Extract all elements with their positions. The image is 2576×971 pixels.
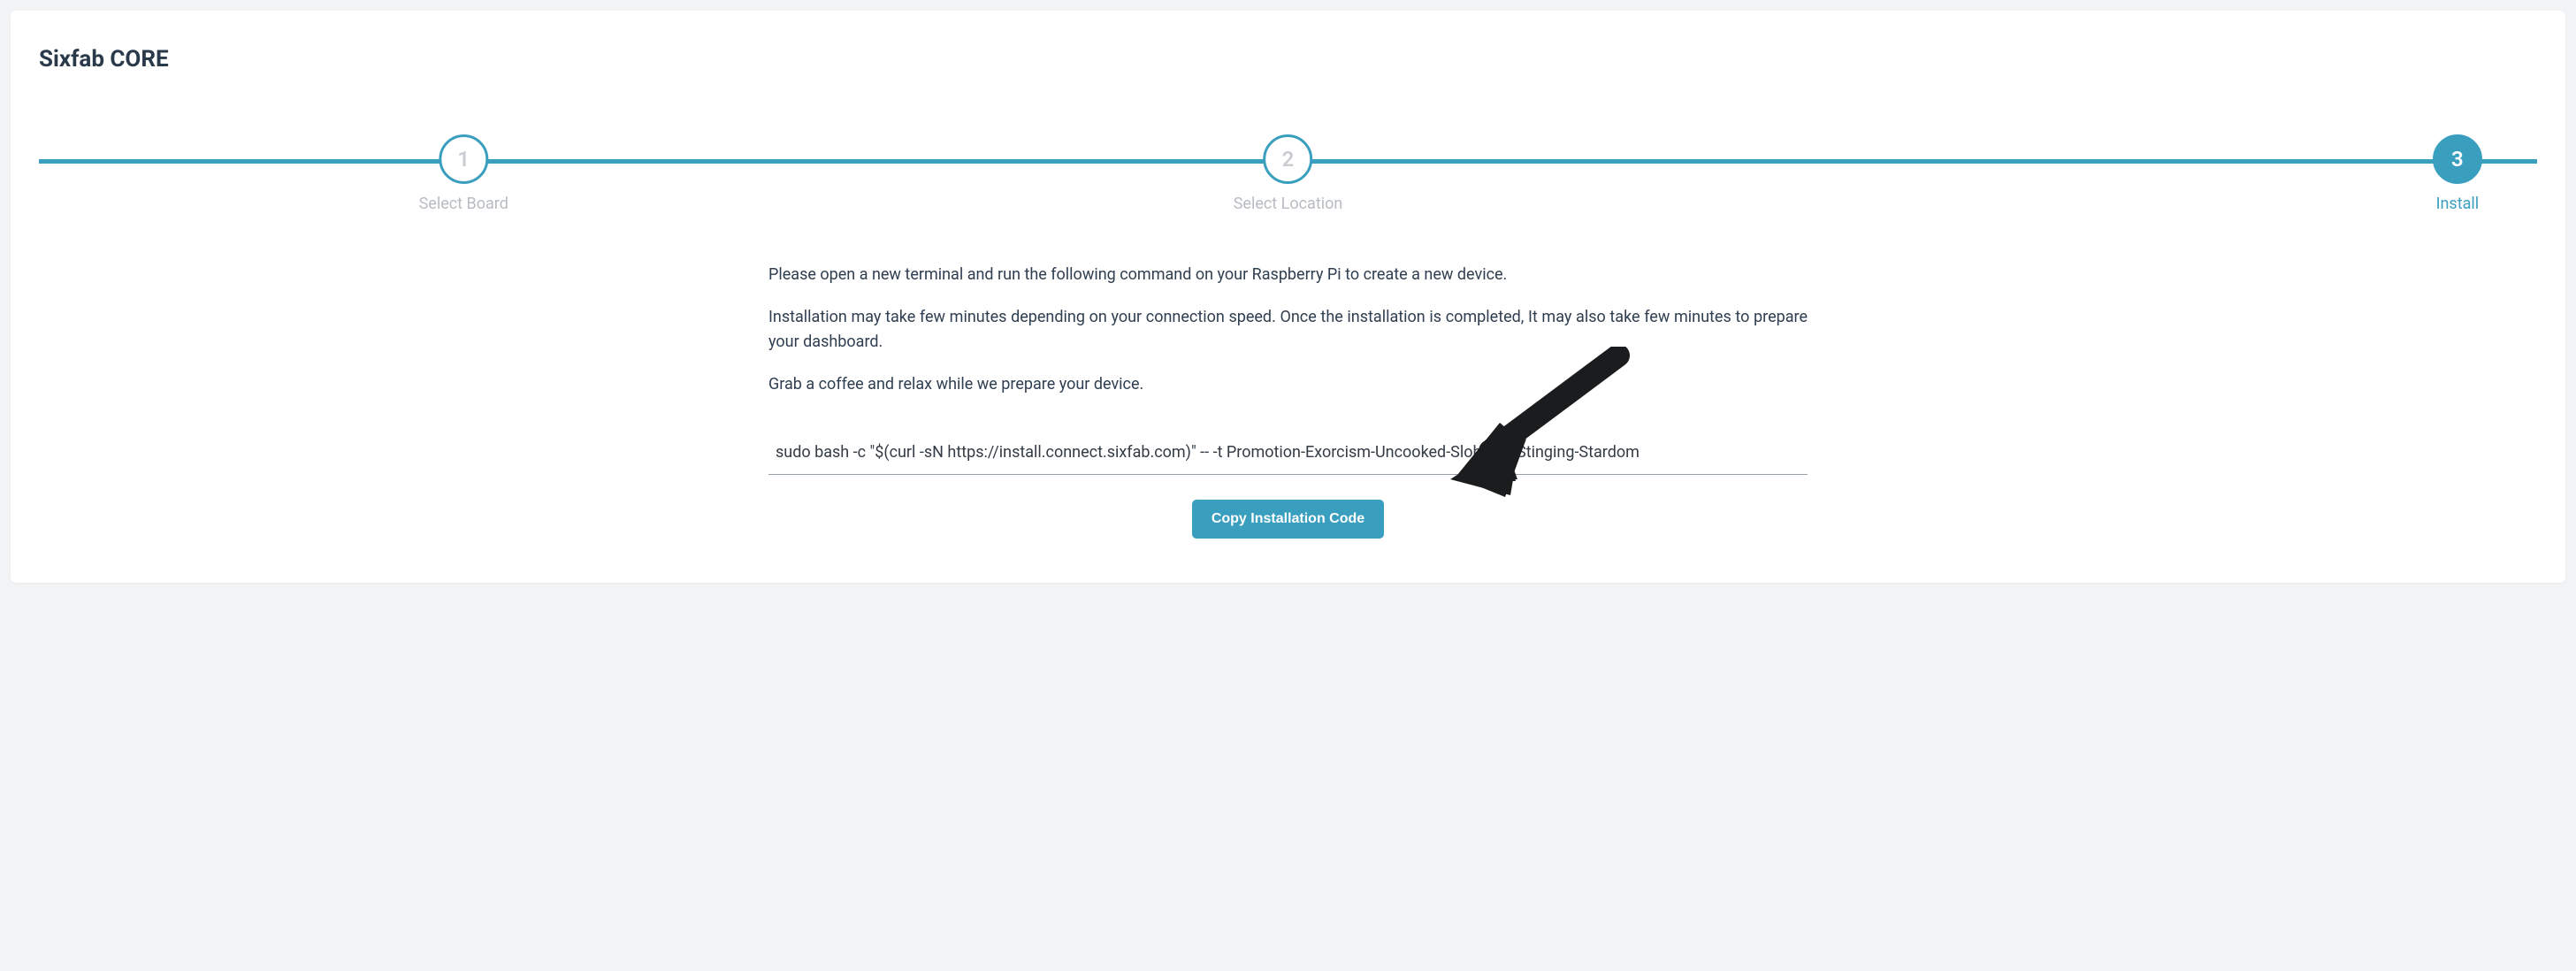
instruction-1: Please open a new terminal and run the f…	[768, 263, 1808, 287]
installation-code-input[interactable]	[768, 431, 1808, 475]
wizard-card: Sixfab CORE 1 Select Board 2 Select Loca…	[11, 11, 2565, 583]
step-number-1: 1	[457, 147, 470, 172]
copy-installation-code-button[interactable]: Copy Installation Code	[1192, 500, 1384, 539]
step-select-board[interactable]: 1 Select Board	[419, 134, 508, 213]
step-circle-2: 2	[1263, 134, 1312, 184]
stepper: 1 Select Board 2 Select Location 3 Insta…	[39, 134, 2537, 218]
step-select-location[interactable]: 2 Select Location	[1234, 134, 1343, 213]
step-label-3: Install	[2436, 195, 2480, 213]
page-title: Sixfab CORE	[39, 46, 2537, 73]
instruction-3: Grab a coffee and relax while we prepare…	[768, 372, 1808, 397]
step-label-1: Select Board	[419, 195, 508, 213]
step-install[interactable]: 3 Install	[2433, 134, 2482, 213]
step-circle-3: 3	[2433, 134, 2482, 184]
step-label-2: Select Location	[1234, 195, 1343, 213]
step-number-2: 2	[1282, 147, 1295, 172]
instruction-2: Installation may take few minutes depend…	[768, 305, 1808, 355]
button-row: Copy Installation Code	[768, 500, 1808, 539]
step-number-3: 3	[2451, 147, 2464, 172]
step-circle-1: 1	[439, 134, 488, 184]
content: Please open a new terminal and run the f…	[768, 263, 1808, 539]
